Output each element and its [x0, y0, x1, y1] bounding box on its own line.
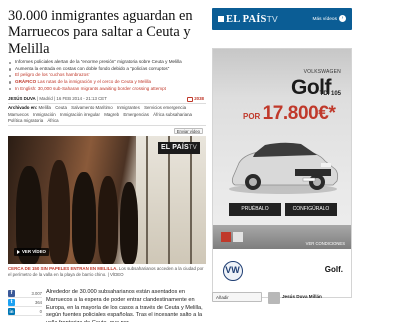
- byline-place: Madrid: [39, 96, 53, 102]
- video-logo: EL PAÍSTV: [157, 142, 200, 155]
- window-bar: [190, 136, 192, 265]
- play-icon: [17, 250, 20, 255]
- facebook-icon: f: [8, 289, 15, 297]
- tag-link[interactable]: Servicios emergencia: [144, 105, 186, 110]
- arrow-right-icon: ›: [339, 15, 346, 22]
- share-facebook[interactable]: f 3.007: [8, 289, 42, 298]
- tag-link[interactable]: Salvamento Marítimo: [71, 105, 112, 110]
- ad-info-strip: VER CONDICIONES: [213, 225, 351, 249]
- ad-try-button[interactable]: PRUÉBALO: [229, 203, 281, 216]
- related-link[interactable]: In English: 30,000 sub-Saharan migrants …: [8, 86, 206, 93]
- tag-link[interactable]: África: [47, 118, 58, 123]
- ad-brand: VOLKSWAGEN: [303, 69, 341, 75]
- related-links: Informes policiales alertan de la “enorm…: [8, 59, 206, 92]
- article-column: 30.000 inmigrantes aguardan en Marruecos…: [8, 8, 206, 278]
- logo-square-icon: [218, 16, 224, 22]
- video-player[interactable]: EL PAÍSTV VER VÍDEO: [8, 136, 206, 265]
- figure-silhouette: [98, 176, 118, 265]
- share-count: 0: [39, 308, 42, 314]
- tag-link[interactable]: Inmigración irregular: [60, 112, 100, 117]
- add-author-button[interactable]: Añadir: [212, 292, 262, 302]
- related-link[interactable]: Aumenta la entrada en costas con doble f…: [8, 66, 206, 73]
- ad-footer-word: Golf.: [324, 265, 343, 274]
- tag-link[interactable]: Marruecos: [8, 112, 29, 117]
- tag-link[interactable]: Emergencias: [123, 112, 149, 117]
- tags-list: Archivado en: Melilla Ceuta Salvamento M…: [8, 105, 206, 127]
- comments-count[interactable]: 2038: [187, 95, 204, 103]
- ad-configure-button[interactable]: CONFIGÚRALO: [285, 203, 337, 216]
- related-link[interactable]: El peligro de los ‘cuchos hambrazos’: [8, 72, 206, 79]
- window-bar: [168, 136, 170, 265]
- tag-link[interactable]: África subsahariana: [153, 112, 192, 117]
- share-bar: f 3.007 t 364 in 0: [8, 289, 42, 316]
- play-button[interactable]: VER VÍDEO: [14, 248, 49, 257]
- tag-link[interactable]: Política migratoria: [8, 118, 43, 123]
- article-headline: 30.000 inmigrantes aguardan en Marruecos…: [8, 8, 193, 57]
- car-image: [229, 142, 339, 194]
- linkedin-icon: in: [8, 307, 15, 315]
- tag-link[interactable]: Inmigrantes: [117, 105, 140, 110]
- tag-link[interactable]: Ceuta: [55, 105, 67, 110]
- related-link[interactable]: GRÁFICO Las rutas de la inmigración y el…: [8, 79, 206, 86]
- share-twitter[interactable]: t 364: [8, 298, 42, 307]
- share-linkedin[interactable]: in 0: [8, 307, 42, 316]
- author-card: Añadir Jesús Duva Millán: [212, 290, 352, 320]
- byline: JESÚS DUVA | Madrid | 16 FEB 2014 - 21:1…: [8, 95, 206, 105]
- ad-model-sub: TDI 105: [319, 91, 341, 97]
- tag-link[interactable]: Melilla: [39, 105, 51, 110]
- related-link[interactable]: Informes policiales alertan de la “enorm…: [8, 59, 206, 66]
- send-video-button[interactable]: Enviar vídeo: [173, 128, 203, 135]
- elpais-tv-logo[interactable]: EL PAÍSTV: [218, 14, 278, 25]
- article-body: Alrededor de 30.000 subsaharianos están …: [46, 289, 203, 322]
- twitter-icon: t: [8, 298, 15, 306]
- tag-link[interactable]: Magreb: [104, 112, 119, 117]
- advertisement[interactable]: VOLKSWAGEN Golf TDI 105 POR 17.800€* PRU…: [212, 48, 352, 298]
- share-count: 364: [35, 299, 42, 305]
- tags-label: Archivado en:: [8, 105, 38, 111]
- figure-silhouette: [120, 182, 138, 265]
- vw-logo-icon: VW: [223, 261, 243, 281]
- byline-date: 16 FEB 2014 - 21:13 CET: [56, 96, 107, 102]
- more-videos-link[interactable]: Más vídeos ›: [312, 15, 346, 24]
- author-name[interactable]: JESÚS DUVA: [8, 96, 36, 101]
- ad-price: POR 17.800€*: [243, 103, 336, 124]
- tools-row: Enviar vídeo: [8, 127, 206, 135]
- tag-link[interactable]: Inmigración: [33, 112, 56, 117]
- elpais-tv-bar[interactable]: EL PAÍSTV Más vídeos ›: [212, 8, 352, 30]
- ad-conditions-link[interactable]: VER CONDICIONES: [306, 241, 345, 246]
- share-count: 3.007: [31, 290, 42, 296]
- sidebar: EL PAÍSTV Más vídeos › VOLKSWAGEN Golf TD…: [212, 8, 352, 298]
- window-bar: [146, 136, 148, 265]
- ad-badge-icon: [221, 232, 231, 242]
- author-link[interactable]: Jesús Duva Millán: [282, 294, 322, 299]
- video-caption: CERCA DE 150 SIN PAPELES ENTRAN EN MELIL…: [8, 266, 204, 278]
- ad-badge-icon: [233, 232, 243, 242]
- figure-silhouette: [72, 172, 96, 265]
- avatar: [268, 292, 280, 304]
- figure-silhouette: [48, 160, 70, 265]
- ad-buttons: PRUÉBALO CONFIGÚRALO: [229, 203, 337, 216]
